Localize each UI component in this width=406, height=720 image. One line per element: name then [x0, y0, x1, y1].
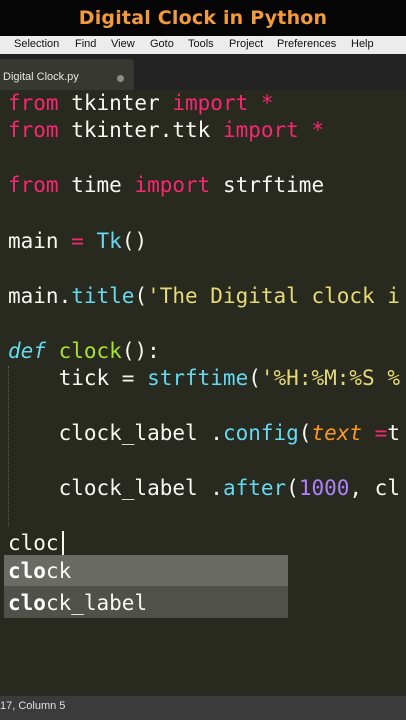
code-line-9: clock_label .after(1000, cl — [8, 476, 400, 500]
code-line-4: main = Tk() — [8, 229, 147, 253]
autocomplete-match: clo — [8, 591, 46, 615]
code-token: strftime — [147, 366, 249, 390]
code-token: = — [362, 421, 388, 445]
tab-digital-clock[interactable]: Digital Clock.py — [0, 59, 134, 90]
code-token: text — [311, 421, 363, 445]
menu-tools[interactable]: Tools — [188, 38, 214, 50]
autocomplete-item-clock[interactable]: clock — [4, 555, 288, 586]
menu-bar: Selection Find View Goto Tools Project P… — [0, 36, 406, 54]
cursor-position: 17, Column 5 — [0, 700, 66, 712]
indent-guide — [8, 366, 9, 526]
code-line-8: clock_label .config(text =t — [8, 421, 400, 445]
code-token: (): — [121, 339, 160, 363]
code-line-1: from tkinter import * — [8, 91, 274, 115]
code-token: def — [8, 339, 46, 363]
tab-strip: Digital Clock.py — [0, 54, 406, 90]
code-token: ( — [286, 476, 299, 500]
text-cursor — [62, 531, 64, 555]
code-line-7: tick = strftime('%H:%M:%S % — [8, 366, 400, 390]
code-token: strftime — [210, 173, 325, 197]
menu-project[interactable]: Project — [229, 38, 263, 50]
code-line-6: def clock(): — [8, 339, 160, 363]
code-token: * — [248, 91, 274, 115]
code-token: from — [8, 118, 59, 142]
code-token: main. — [8, 284, 72, 308]
video-title: Digital Clock in Python — [78, 7, 328, 29]
autocomplete-rest: ck — [45, 559, 72, 583]
code-token: ( — [248, 366, 261, 390]
code-line-2: from tkinter.ttk import * — [8, 118, 324, 142]
code-token: Tk — [96, 229, 122, 253]
autocomplete-match: clo — [8, 559, 46, 583]
tab-label: Digital Clock.py — [3, 71, 79, 83]
code-token: time — [58, 173, 135, 197]
code-token: clock — [58, 339, 122, 363]
menu-selection[interactable]: Selection — [14, 38, 59, 50]
code-token: from — [8, 91, 59, 115]
code-token: tick = — [8, 366, 148, 390]
code-token: = — [58, 229, 97, 253]
code-token: after — [222, 476, 287, 500]
code-token: clock_label . — [8, 476, 223, 500]
unsaved-dot-icon[interactable] — [117, 75, 124, 82]
code-token: * — [298, 118, 325, 142]
menu-view[interactable]: View — [111, 38, 135, 50]
code-token: tkinter.ttk — [58, 118, 223, 142]
autocomplete-rest: ck_label — [45, 591, 148, 615]
code-token: ( — [134, 284, 148, 308]
code-token: title — [71, 284, 135, 308]
code-token: from — [8, 173, 59, 197]
code-token: cloc — [8, 531, 59, 555]
code-editor[interactable]: from tkinter import * from tkinter.ttk i… — [0, 90, 406, 696]
code-line-3: from time import strftime — [8, 173, 324, 197]
code-token: () — [121, 229, 148, 253]
code-token: t — [387, 421, 400, 445]
code-token: '%H:%M:%S % — [260, 366, 400, 390]
video-title-banner: Digital Clock in Python — [0, 0, 406, 36]
code-token: ( — [298, 421, 312, 445]
code-token: clock_label . — [8, 421, 223, 445]
menu-find[interactable]: Find — [75, 38, 96, 50]
menu-preferences[interactable]: Preferences — [277, 38, 336, 50]
code-token: config — [222, 421, 299, 445]
menu-help[interactable]: Help — [351, 38, 374, 50]
code-token: 1000 — [298, 476, 350, 500]
code-token: import — [222, 118, 299, 142]
menu-goto[interactable]: Goto — [150, 38, 174, 50]
code-token: main — [8, 229, 59, 253]
autocomplete-item-clock-label[interactable]: clock_label — [4, 587, 288, 618]
code-line-10: cloc — [8, 531, 59, 555]
code-token: import — [172, 91, 249, 115]
code-token: , cl — [349, 476, 400, 500]
code-line-5: main.title('The Digital clock i — [8, 284, 400, 308]
code-token: tkinter — [58, 91, 173, 115]
code-token: 'The Digital clock i — [147, 284, 400, 308]
status-bar: 17, Column 5 — [0, 696, 406, 720]
autocomplete-popup: clock clock_label — [4, 555, 288, 618]
code-token: import — [134, 173, 211, 197]
